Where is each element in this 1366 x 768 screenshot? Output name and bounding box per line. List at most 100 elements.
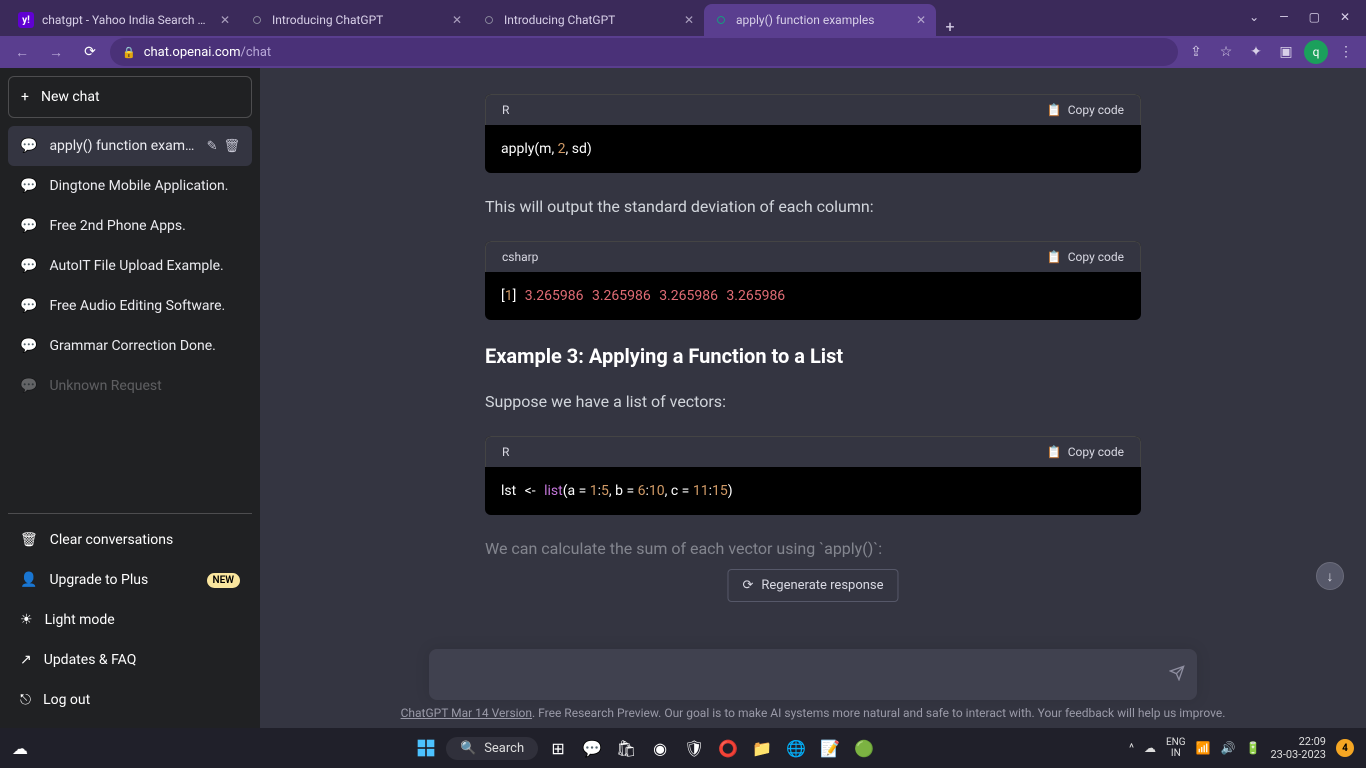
url-field[interactable]: 🔒 chat.openai.com/chat — [110, 38, 1178, 66]
sun-icon: ☀ — [20, 612, 33, 628]
tray-chevron-icon[interactable]: ^ — [1129, 741, 1134, 755]
tab-title: Introducing ChatGPT — [272, 13, 444, 27]
maximize-button[interactable]: ▢ — [1309, 10, 1320, 24]
edge-icon[interactable]: 🌐 — [782, 734, 810, 762]
volume-icon[interactable]: 🔊 — [1221, 741, 1236, 755]
trash-icon[interactable]: 🗑 — [223, 139, 240, 154]
conversation-item[interactable]: 💬 Grammar Correction Done. — [8, 326, 252, 366]
chat-scroll-area[interactable]: R 📋 Copy code apply(m, 2, sd) This will … — [260, 68, 1366, 728]
close-icon[interactable]: ✕ — [452, 15, 462, 25]
back-button[interactable]: ← — [8, 38, 36, 66]
tab-title: Introducing ChatGPT — [504, 13, 676, 27]
new-chat-label: New chat — [41, 89, 100, 105]
conversation-item[interactable]: 💬 apply() function exampl ✎ 🗑 — [8, 126, 252, 166]
tab-introducing-chatgpt-1[interactable]: Introducing ChatGPT ✕ — [240, 4, 472, 36]
reload-button[interactable]: ⟳ — [76, 38, 104, 66]
bookmark-icon[interactable]: ☆ — [1214, 40, 1238, 64]
copy-code-button[interactable]: 📋 Copy code — [1047, 445, 1124, 459]
sidebar-bottom: 🗑 Clear conversations 👤 Upgrade to Plus … — [8, 513, 252, 720]
start-button[interactable] — [412, 734, 440, 762]
forward-button[interactable]: → — [42, 38, 70, 66]
updates-faq-button[interactable]: ↗ Updates & FAQ — [8, 640, 252, 680]
weather-widget[interactable]: ☁ — [12, 739, 52, 758]
conversation-item[interactable]: 💬 Free 2nd Phone Apps. — [8, 206, 252, 246]
close-icon[interactable]: ✕ — [220, 15, 230, 25]
new-tab-button[interactable]: + — [936, 17, 964, 36]
sidepanel-icon[interactable]: ▣ — [1274, 40, 1298, 64]
notifications-icon[interactable]: 4 — [1336, 739, 1354, 757]
conversation-item[interactable]: 💬 Free Audio Editing Software. — [8, 286, 252, 326]
trash-icon: 🗑 — [20, 532, 38, 548]
close-icon[interactable]: ✕ — [916, 15, 926, 25]
conversation-title: apply() function exampl — [49, 138, 194, 154]
taskbar-search[interactable]: 🔍 Search — [446, 737, 538, 760]
code-header: R 📋 Copy code — [485, 94, 1141, 125]
logout-button[interactable]: ⎋ Log out — [8, 680, 252, 720]
upgrade-button[interactable]: 👤 Upgrade to Plus NEW — [8, 560, 252, 600]
new-chat-button[interactable]: + New chat — [8, 76, 252, 118]
tab-yahoo-search[interactable]: y! chatgpt - Yahoo India Search Results … — [8, 4, 240, 36]
code-body[interactable]: apply(m, 2, sd) — [485, 125, 1141, 173]
chat-icon: 💬 — [20, 138, 37, 154]
sidebar-label: Updates & FAQ — [44, 652, 137, 668]
message-input[interactable] — [445, 663, 1149, 682]
tab-introducing-chatgpt-2[interactable]: Introducing ChatGPT ✕ — [472, 4, 704, 36]
close-icon[interactable]: ✕ — [684, 15, 694, 25]
code-body[interactable]: lst <- list(a = 1:5, b = 6:10, c = 11:15… — [485, 467, 1141, 515]
kebab-menu-icon[interactable]: ⋮ — [1334, 40, 1358, 64]
light-mode-button[interactable]: ☀ Light mode — [8, 600, 252, 640]
regenerate-button[interactable]: ⟳ Regenerate response — [727, 569, 898, 602]
url-text: chat.openai.com/chat — [144, 45, 1166, 60]
task-view-icon[interactable]: ⊞ — [544, 734, 572, 762]
prose-text: This will output the standard deviation … — [485, 193, 1141, 221]
code-body[interactable]: [1] 3.265986 3.265986 3.265986 3.265986 — [485, 272, 1141, 320]
regenerate-label: Regenerate response — [761, 578, 883, 593]
clock[interactable]: 22:09 23-03-2023 — [1270, 735, 1326, 761]
copy-code-button[interactable]: 📋 Copy code — [1047, 250, 1124, 264]
new-badge: NEW — [207, 573, 241, 588]
conversation-item[interactable]: 💬 AutoIT File Upload Example. — [8, 246, 252, 286]
tab-apply-function[interactable]: apply() function examples ✕ — [704, 4, 936, 36]
code-block: R 📋 Copy code lst <- list(a = 1:5, b = 6… — [485, 436, 1141, 515]
copy-code-button[interactable]: 📋 Copy code — [1047, 103, 1124, 117]
prose-text: We can calculate the sum of each vector … — [485, 535, 1141, 563]
chat-icon: 💬 — [20, 218, 37, 234]
refresh-icon: ⟳ — [742, 578, 753, 593]
clipboard-icon: 📋 — [1047, 103, 1062, 117]
close-window-button[interactable]: ✕ — [1340, 10, 1350, 24]
scroll-down-button[interactable]: ↓ — [1316, 562, 1344, 590]
language-indicator[interactable]: ENG IN — [1166, 737, 1186, 759]
word-icon[interactable]: 📝 — [816, 734, 844, 762]
battery-icon[interactable]: 🔋 — [1246, 741, 1261, 755]
onedrive-icon[interactable]: ☁ — [1144, 741, 1156, 755]
share-icon[interactable]: ⇪ — [1184, 40, 1208, 64]
store-icon[interactable]: 🛍 — [612, 734, 640, 762]
opera-icon[interactable]: ⭕ — [714, 734, 742, 762]
profile-avatar[interactable]: q — [1304, 40, 1328, 64]
wifi-icon[interactable]: 📶 — [1196, 741, 1211, 755]
explorer-icon[interactable]: 📁 — [748, 734, 776, 762]
chrome-icon[interactable]: 🟢 — [850, 734, 878, 762]
conversation-item[interactable]: 💬 Dingtone Mobile Application. — [8, 166, 252, 206]
send-button[interactable] — [1169, 665, 1185, 685]
code-block: R 📋 Copy code apply(m, 2, sd) — [485, 94, 1141, 173]
code-header: R 📋 Copy code — [485, 436, 1141, 467]
external-link-icon: ↗ — [20, 652, 32, 668]
teams-icon[interactable]: 💬 — [578, 734, 606, 762]
search-label: Search — [484, 741, 524, 756]
conversation-item[interactable]: 💬 Unknown Request — [8, 366, 252, 406]
plus-icon: + — [21, 89, 29, 105]
send-icon — [1169, 665, 1185, 681]
chat-icon: 💬 — [20, 378, 37, 394]
extensions-icon[interactable]: ✦ — [1244, 40, 1268, 64]
dell-icon[interactable]: ◉ — [646, 734, 674, 762]
version-link[interactable]: ChatGPT Mar 14 Version — [401, 706, 532, 720]
sidebar-label: Clear conversations — [50, 532, 173, 548]
mcafee-icon[interactable]: 🛡 — [680, 734, 708, 762]
copy-label: Copy code — [1068, 103, 1124, 117]
message-input-box[interactable] — [429, 649, 1197, 700]
edit-icon[interactable]: ✎ — [207, 139, 218, 154]
minimize-button[interactable]: — — [1279, 10, 1288, 24]
chevron-down-icon[interactable]: ⌄ — [1249, 10, 1259, 24]
clear-conversations-button[interactable]: 🗑 Clear conversations — [8, 520, 252, 560]
